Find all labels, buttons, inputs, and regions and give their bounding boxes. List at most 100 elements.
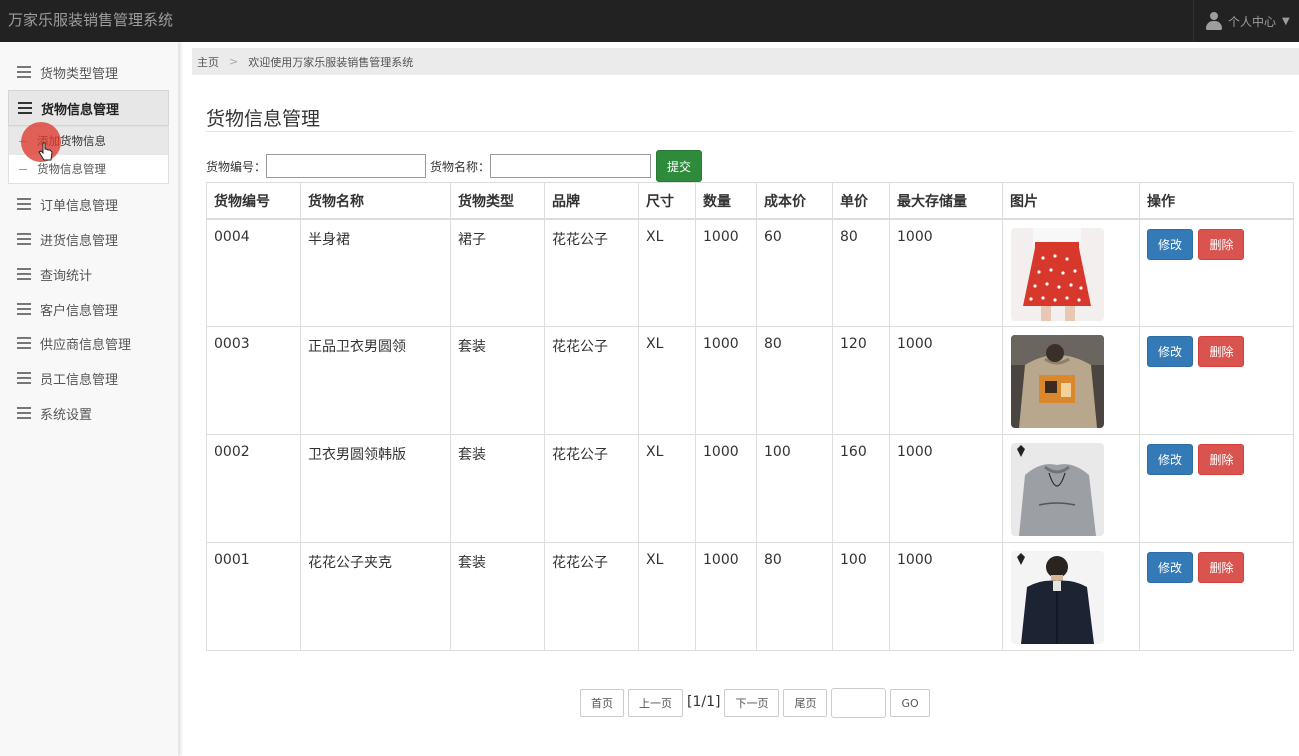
breadcrumb-current: 欢迎使用万家乐服装销售管理系统 xyxy=(248,55,414,69)
menu-icon xyxy=(17,303,31,315)
sidebar-item-label: 系统设置 xyxy=(40,407,93,423)
sidebar-item-purchase[interactable]: 进货信息管理 xyxy=(8,223,169,255)
col-header: 数量 xyxy=(695,182,757,220)
col-header: 品牌 xyxy=(544,182,639,220)
cell-name: 正品卫衣男圆领 xyxy=(300,326,451,435)
cell-code: 0002 xyxy=(206,434,301,543)
prev-page-button[interactable]: 上一页 xyxy=(628,689,683,717)
cell-cost: 80 xyxy=(756,542,833,651)
last-page-button[interactable]: 尾页 xyxy=(783,689,828,717)
cell-qty: 1000 xyxy=(695,326,757,435)
cell-cost: 60 xyxy=(756,218,833,327)
delete-button[interactable]: 删除 xyxy=(1198,336,1245,367)
col-header: 货物名称 xyxy=(300,182,451,220)
edit-button[interactable]: 修改 xyxy=(1147,336,1194,367)
cell-name: 卫衣男圆领韩版 xyxy=(300,434,451,543)
page-number-input[interactable] xyxy=(831,688,887,718)
col-header: 操作 xyxy=(1139,182,1294,220)
cell-price: 80 xyxy=(832,218,890,327)
hand-cursor-icon xyxy=(38,142,53,161)
search-form: 货物编号： 货物名称： 提交 xyxy=(206,150,703,182)
cell-actions: 修改 删除 xyxy=(1139,218,1294,327)
table-row: 0004 半身裙 裙子 花花公子 XL 1000 60 80 1000 修改 删… xyxy=(206,218,1294,327)
go-button[interactable]: GO xyxy=(890,689,930,717)
menu-icon xyxy=(17,66,31,78)
cell-qty: 1000 xyxy=(695,542,757,651)
sidebar-item-statistics[interactable]: 查询统计 xyxy=(8,258,169,290)
cell-code: 0003 xyxy=(206,326,301,435)
page-info: [1/1] xyxy=(687,694,721,710)
cell-size: XL xyxy=(638,218,696,327)
cell-type: 裙子 xyxy=(450,218,545,327)
sidebar-item-label: 货物信息管理 xyxy=(41,102,120,118)
menu-icon xyxy=(17,407,31,419)
sidebar-item-label: 客户信息管理 xyxy=(40,303,119,319)
cell-type: 套装 xyxy=(450,542,545,651)
product-image-grey-sweatshirt xyxy=(1011,443,1104,536)
cell-image xyxy=(1002,434,1140,543)
sidebar-item-goods-info[interactable]: 货物信息管理 xyxy=(8,90,169,126)
sidebar-item-settings[interactable]: 系统设置 xyxy=(8,397,169,429)
table-header-row: 货物编号 货物名称 货物类型 品牌 尺寸 数量 成本价 单价 最大存储量 图片 … xyxy=(206,182,1294,220)
cell-qty: 1000 xyxy=(695,434,757,543)
cell-actions: 修改 删除 xyxy=(1139,542,1294,651)
sidebar-item-label: 供应商信息管理 xyxy=(40,337,132,353)
table-row: 0002 卫衣男圆领韩版 套装 花花公子 XL 1000 100 160 100… xyxy=(206,434,1294,543)
cell-name: 花花公子夹克 xyxy=(300,542,451,651)
product-image-jacket xyxy=(1011,551,1104,644)
sidebar-item-label: 员工信息管理 xyxy=(40,372,119,388)
edit-button[interactable]: 修改 xyxy=(1147,552,1194,583)
page-title: 货物信息管理 xyxy=(206,108,321,130)
cell-type: 套装 xyxy=(450,326,545,435)
cell-max: 1000 xyxy=(889,218,1003,327)
sidebar-item-customers[interactable]: 客户信息管理 xyxy=(8,293,169,325)
menu-icon xyxy=(17,372,31,384)
col-header: 图片 xyxy=(1002,182,1140,220)
col-header: 单价 xyxy=(832,182,890,220)
cell-size: XL xyxy=(638,542,696,651)
sidebar-item-label: 进货信息管理 xyxy=(40,233,119,249)
goods-table: 货物编号 货物名称 货物类型 品牌 尺寸 数量 成本价 单价 最大存储量 图片 … xyxy=(206,182,1294,651)
goods-code-input[interactable] xyxy=(266,154,427,178)
user-menu[interactable]: 个人中心 ▼ xyxy=(1193,0,1299,42)
submit-button[interactable]: 提交 xyxy=(656,150,703,182)
goods-name-input[interactable] xyxy=(490,154,652,178)
sidebar-item-goods-type[interactable]: 货物类型管理 xyxy=(8,56,169,88)
cell-max: 1000 xyxy=(889,434,1003,543)
delete-button[interactable]: 删除 xyxy=(1198,228,1245,260)
sidebar-item-label: 货物类型管理 xyxy=(40,66,119,82)
sidebar-subitem-label: 货物信息管理 xyxy=(37,162,106,176)
delete-button[interactable]: 删除 xyxy=(1198,444,1245,475)
breadcrumb-home[interactable]: 主页 xyxy=(197,54,219,70)
first-page-button[interactable]: 首页 xyxy=(580,689,624,717)
cell-image xyxy=(1002,542,1140,651)
menu-icon xyxy=(17,198,31,210)
user-menu-label: 个人中心 xyxy=(1228,14,1277,29)
cell-size: XL xyxy=(638,434,696,543)
cell-cost: 100 xyxy=(756,434,833,543)
next-page-button[interactable]: 下一页 xyxy=(724,689,780,717)
cell-brand: 花花公子 xyxy=(544,218,639,327)
sidebar-item-orders[interactable]: 订单信息管理 xyxy=(8,188,169,220)
cell-cost: 80 xyxy=(756,326,833,435)
cell-price: 100 xyxy=(832,542,890,651)
sidebar-item-employees[interactable]: 员工信息管理 xyxy=(8,362,169,394)
sidebar-item-label: 订单信息管理 xyxy=(40,198,119,214)
col-header: 尺寸 xyxy=(638,182,696,220)
table-row: 0001 花花公子夹克 套装 花花公子 XL 1000 80 100 1000 xyxy=(206,542,1294,651)
menu-icon xyxy=(17,233,31,245)
pagination: 首页 上一页 [1/1] 下一页 尾页 GO xyxy=(580,688,934,718)
col-header: 成本价 xyxy=(756,182,833,220)
app-title[interactable]: 万家乐服装销售管理系统 xyxy=(8,9,173,30)
delete-button[interactable]: 删除 xyxy=(1198,552,1245,583)
breadcrumb: 主页 > 欢迎使用万家乐服装销售管理系统 xyxy=(192,48,1299,75)
menu-icon xyxy=(17,337,31,349)
sidebar-item-suppliers[interactable]: 供应商信息管理 xyxy=(8,327,169,359)
edit-button[interactable]: 修改 xyxy=(1147,444,1194,475)
cell-name: 半身裙 xyxy=(300,218,451,327)
edit-button[interactable]: 修改 xyxy=(1147,228,1194,260)
table-row: 0003 正品卫衣男圆领 套装 花花公子 XL 1000 80 120 1000 xyxy=(206,326,1294,435)
product-image-skirt xyxy=(1011,227,1104,321)
goods-code-label: 货物编号： xyxy=(206,159,267,174)
cell-price: 160 xyxy=(832,434,890,543)
